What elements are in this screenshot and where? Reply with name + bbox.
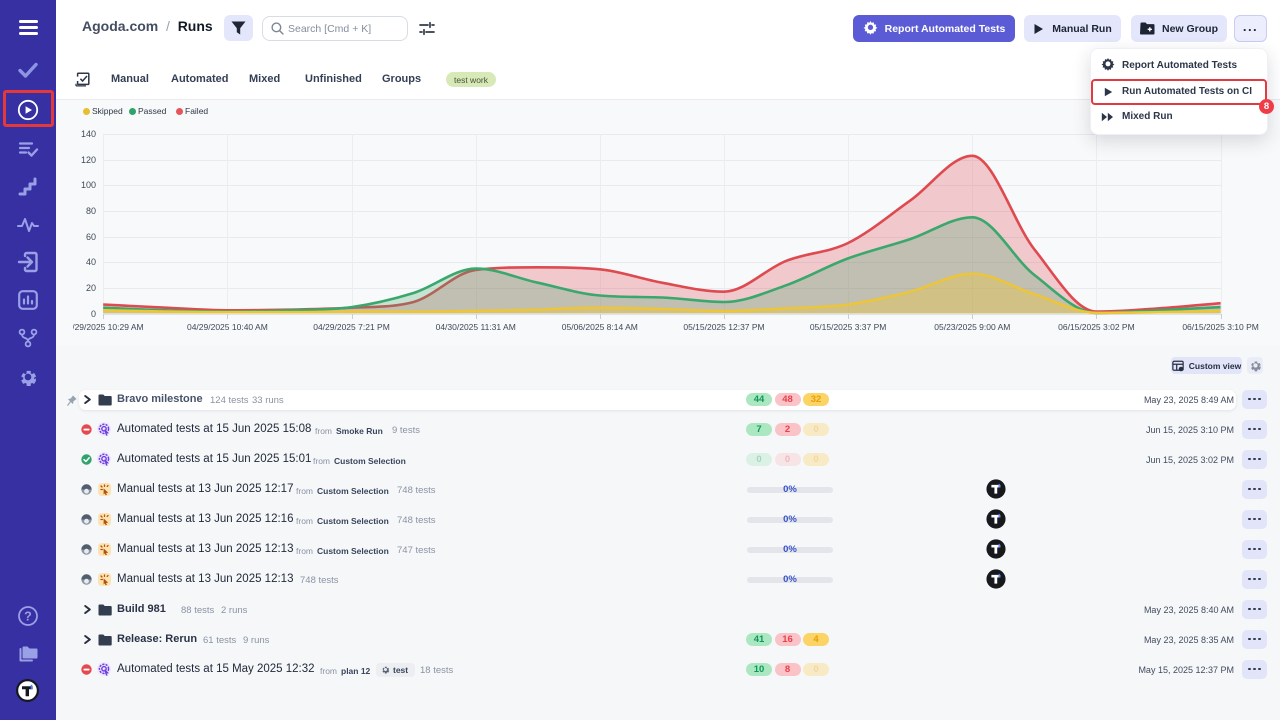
svg-text:?: ?: [24, 609, 32, 623]
